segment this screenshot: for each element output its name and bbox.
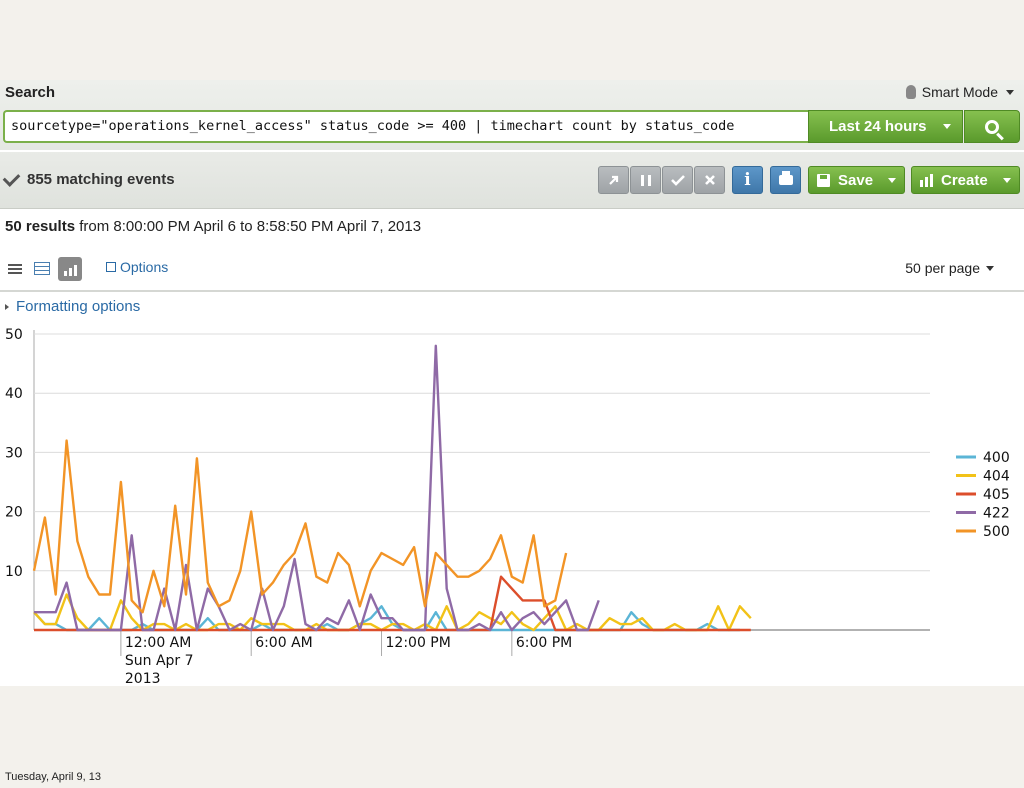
splunk-search-window: Search Smart Mode sourcetype="operations… — [0, 80, 1024, 686]
pause-icon — [640, 174, 651, 186]
search-query-input[interactable]: sourcetype="operations_kernel_access" st… — [3, 110, 808, 143]
search-title: Search — [5, 84, 56, 101]
cancel-button[interactable] — [694, 166, 725, 194]
table-view-icon[interactable] — [34, 262, 50, 275]
chart-view-icon[interactable] — [58, 257, 82, 281]
arrow-up-right-icon — [608, 175, 618, 185]
list-view-icon[interactable] — [8, 264, 22, 274]
legend-label-405: 405 — [983, 487, 1010, 503]
lightbulb-icon — [905, 85, 916, 99]
chevron-down-icon — [942, 124, 951, 129]
printer-icon — [778, 171, 793, 185]
formatting-label: Formatting options — [16, 298, 141, 315]
chevron-down-icon — [1006, 89, 1014, 95]
close-icon — [704, 175, 715, 185]
create-button[interactable]: Create — [911, 166, 1020, 194]
per-page-label: 50 per page — [905, 260, 980, 276]
chevron-down-icon — [1003, 177, 1011, 183]
x-tick-label: 12:00 AM — [125, 635, 191, 651]
job-toolbar: 855 matching events i Save Create — [0, 152, 1024, 209]
save-label: Save — [838, 171, 874, 189]
x-tick-label: 6:00 AM — [255, 635, 313, 651]
chevron-down-icon — [888, 177, 896, 183]
search-icon — [985, 119, 999, 134]
x-tick-label: 2013 — [125, 671, 161, 686]
legend-label-500: 500 — [983, 524, 1010, 540]
edit-icon — [106, 262, 116, 272]
slide-date: Tuesday, April 9, 13 — [5, 771, 101, 783]
y-tick-label: 50 — [5, 327, 23, 343]
search-header: Search Smart Mode sourcetype="operations… — [0, 80, 1024, 150]
search-button[interactable] — [964, 110, 1020, 143]
match-count-label: 855 matching events — [27, 171, 175, 188]
options-link[interactable]: Options — [106, 259, 168, 275]
x-tick-label: Sun Apr 7 — [125, 653, 194, 669]
check-icon — [2, 168, 21, 187]
mode-label: Smart Mode — [921, 84, 998, 100]
view-bar: Options 50 per page — [0, 250, 1024, 292]
legend-label-400: 400 — [983, 450, 1010, 466]
timechart: 10 20 30 40 50 12:00 AM Sun Apr 7 2013 6:00 AM 12… — [5, 327, 1010, 686]
y-tick-label: 40 — [5, 386, 23, 402]
bar-chart-icon — [920, 173, 933, 187]
info-icon: i — [744, 170, 751, 190]
legend-label-422: 422 — [983, 506, 1010, 522]
y-tick-label: 20 — [5, 505, 23, 521]
y-tick-label: 10 — [5, 564, 23, 580]
y-tick-label: 30 — [5, 445, 23, 461]
x-tick-label: 12:00 PM — [386, 635, 451, 651]
legend-label-404: 404 — [983, 469, 1010, 485]
send-to-background-button[interactable] — [598, 166, 629, 194]
series-line-422 — [34, 344, 600, 632]
formatting-options-toggle[interactable]: Formatting options — [5, 298, 140, 315]
disclosure-triangle-icon — [5, 303, 9, 310]
results-count: 50 results — [5, 218, 76, 235]
save-button[interactable]: Save — [808, 166, 905, 194]
match-count: 855 matching events — [2, 168, 175, 188]
x-tick-label: 6:00 PM — [516, 635, 572, 651]
results-summary: 50 results from 8:00:00 PM April 6 to 8:… — [5, 218, 421, 235]
floppy-disk-icon — [817, 173, 830, 187]
pause-button[interactable] — [630, 166, 661, 194]
time-range-label: Last 24 hours — [829, 118, 927, 135]
job-inspector-button[interactable]: i — [732, 166, 763, 194]
time-range-picker[interactable]: Last 24 hours — [808, 110, 963, 143]
chevron-down-icon — [986, 265, 994, 271]
results-range: from 8:00:00 PM April 6 to 8:58:50 PM Ap… — [79, 218, 422, 235]
mode-dropdown[interactable]: Smart Mode — [905, 84, 1014, 100]
print-button[interactable] — [770, 166, 801, 194]
checkmark-icon — [670, 175, 685, 186]
finalize-button[interactable] — [662, 166, 693, 194]
create-label: Create — [941, 171, 988, 189]
per-page-dropdown[interactable]: 50 per page — [905, 260, 994, 276]
options-label: Options — [120, 259, 169, 275]
